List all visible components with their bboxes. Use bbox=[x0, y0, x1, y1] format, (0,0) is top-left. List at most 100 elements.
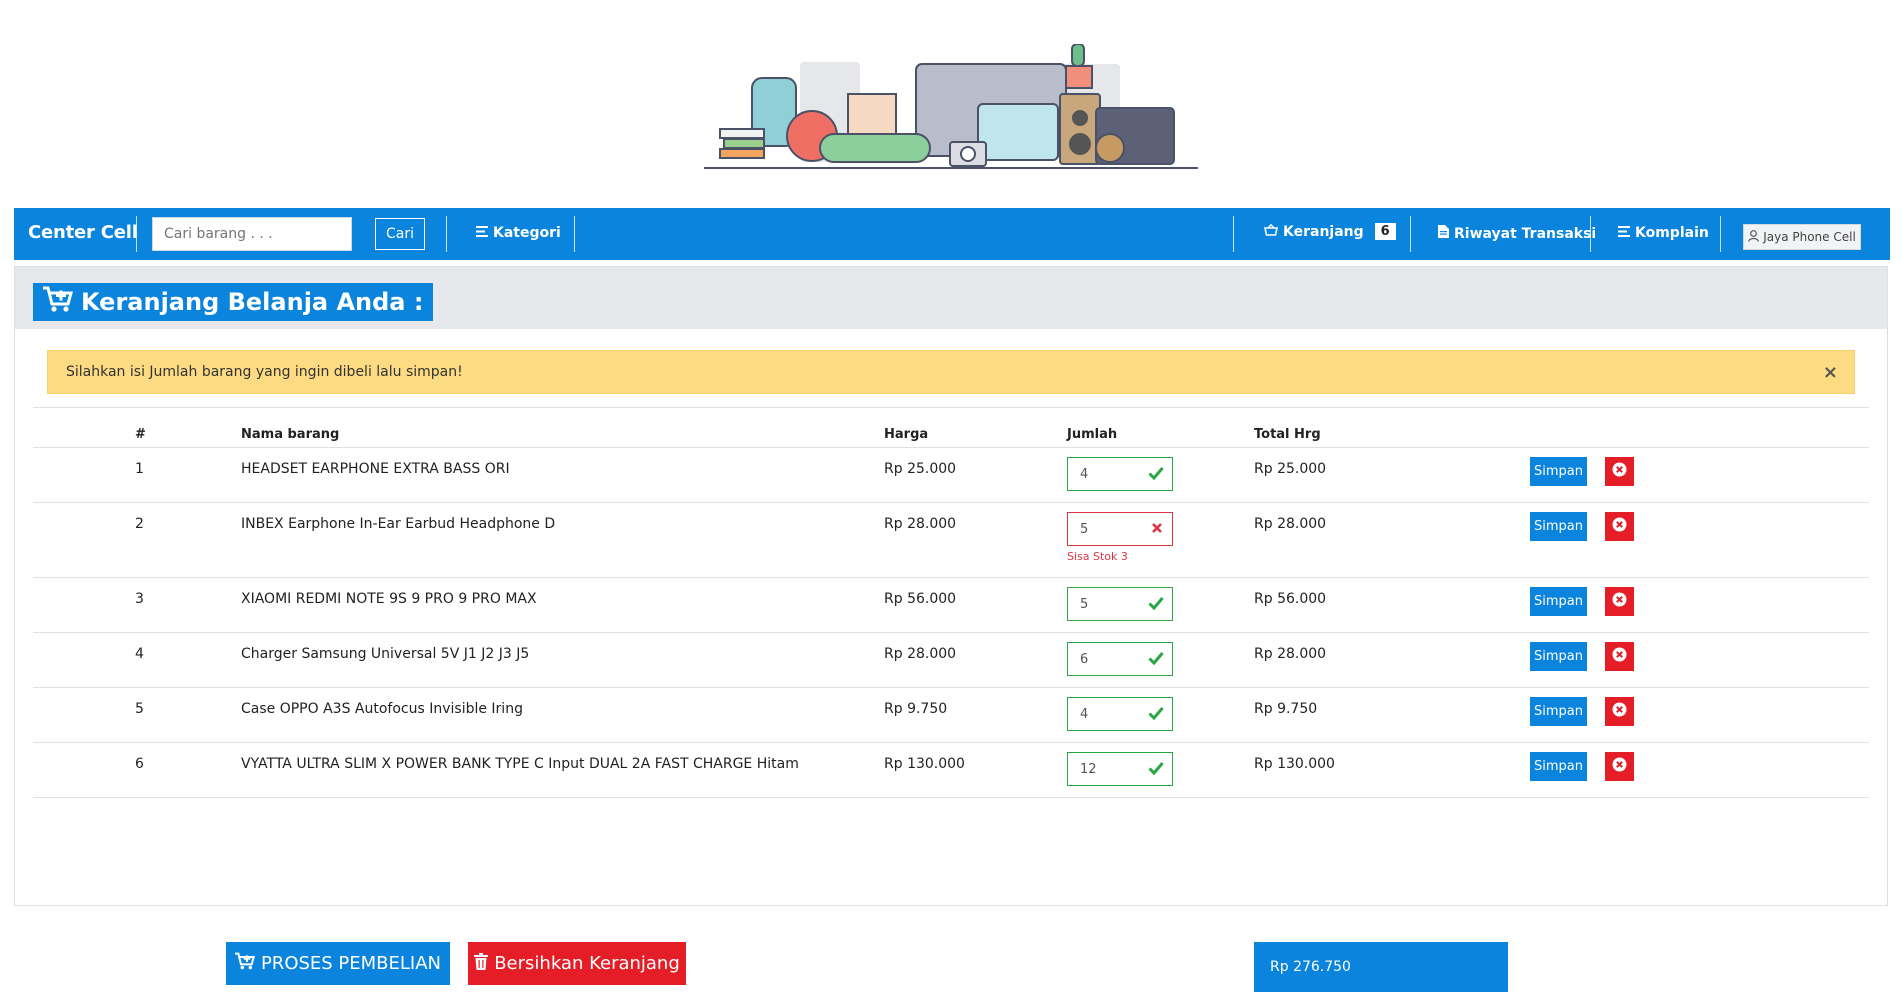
row-total: Rp 28.000 bbox=[1254, 516, 1327, 532]
panel-header: Keranjang Belanja Anda : bbox=[15, 267, 1887, 329]
document-icon bbox=[1438, 225, 1449, 242]
quantity-value: 5 bbox=[1080, 521, 1089, 537]
save-button[interactable]: Simpan bbox=[1530, 697, 1587, 726]
quantity-input[interactable]: 4 bbox=[1067, 697, 1173, 731]
quantity-input[interactable]: 5 bbox=[1067, 512, 1173, 546]
row-number: 5 bbox=[135, 701, 144, 717]
col-header-total: Total Hrg bbox=[1254, 427, 1321, 442]
col-header-price: Harga bbox=[884, 427, 929, 442]
search-input[interactable] bbox=[152, 217, 352, 251]
product-price: Rp 28.000 bbox=[884, 646, 957, 662]
stock-warning: Sisa Stok 3 bbox=[1067, 550, 1128, 563]
product-name: HEADSET EARPHONE EXTRA BASS ORI bbox=[241, 461, 510, 477]
nav-keranjang-label: Keranjang bbox=[1283, 223, 1364, 240]
remove-circle-icon bbox=[1612, 757, 1627, 776]
nav-kategori[interactable]: Kategori bbox=[476, 225, 561, 241]
table-row: 1 HEADSET EARPHONE EXTRA BASS ORI Rp 25.00… bbox=[33, 447, 1869, 503]
brand-logo[interactable]: Center Cell bbox=[28, 222, 138, 243]
remove-item-button[interactable] bbox=[1605, 752, 1634, 781]
save-button[interactable]: Simpan bbox=[1530, 457, 1587, 486]
nav-divider bbox=[1590, 216, 1591, 252]
save-button[interactable]: Simpan bbox=[1530, 587, 1587, 616]
nav-divider bbox=[574, 216, 575, 252]
nav-komplain[interactable]: Komplain bbox=[1618, 225, 1709, 241]
check-icon bbox=[1148, 761, 1164, 779]
nav-divider bbox=[1720, 216, 1721, 252]
col-header-no: # bbox=[135, 427, 146, 442]
clear-cart-button[interactable]: Bersihkan Keranjang bbox=[468, 942, 686, 985]
check-icon bbox=[1148, 596, 1164, 614]
table-row: 2 INBEX Earphone In-Ear Earbud Headphone … bbox=[33, 502, 1869, 578]
product-price: Rp 130.000 bbox=[884, 756, 965, 772]
row-number: 4 bbox=[135, 646, 144, 662]
quantity-input[interactable]: 12 bbox=[1067, 752, 1173, 786]
check-icon bbox=[1148, 651, 1164, 669]
nav-keranjang[interactable]: Keranjang 6 bbox=[1264, 223, 1396, 240]
nav-divider bbox=[1410, 216, 1411, 252]
table-row: 3 XIAOMI REDMI NOTE 9S 9 PRO 9 PRO MAX Rp … bbox=[33, 577, 1869, 633]
user-name: Jaya Phone Cell bbox=[1763, 230, 1856, 244]
quantity-value: 4 bbox=[1080, 706, 1089, 722]
hero-banner bbox=[0, 0, 1902, 208]
search-button[interactable]: Cari bbox=[375, 218, 425, 250]
menu-lines-icon bbox=[476, 225, 488, 241]
nav-riwayat-transaksi[interactable]: Riwayat Transaksi bbox=[1438, 225, 1596, 242]
row-total: Rp 56.000 bbox=[1254, 591, 1327, 607]
nav-divider bbox=[1233, 216, 1234, 252]
info-alert: Silahkan isi Jumlah barang yang ingin di… bbox=[47, 350, 1855, 394]
row-number: 6 bbox=[135, 756, 144, 772]
cart-plus-icon bbox=[234, 952, 255, 975]
product-name: Charger Samsung Universal 5V J1 J2 J3 J5 bbox=[241, 646, 530, 662]
col-header-qty: Jumlah bbox=[1067, 427, 1118, 442]
shopping-items-illustration bbox=[704, 44, 1198, 169]
table-divider bbox=[33, 797, 1869, 798]
process-purchase-button[interactable]: PROSES PEMBELIAN bbox=[226, 942, 450, 985]
product-price: Rp 25.000 bbox=[884, 461, 957, 477]
remove-item-button[interactable] bbox=[1605, 642, 1634, 671]
col-header-name: Nama barang bbox=[241, 427, 340, 442]
page-title: Keranjang Belanja Anda : bbox=[33, 283, 434, 321]
check-icon bbox=[1148, 706, 1164, 724]
error-x-icon bbox=[1150, 521, 1164, 539]
save-button[interactable]: Simpan bbox=[1530, 512, 1587, 541]
nav-komplain-label: Komplain bbox=[1635, 225, 1709, 241]
clear-cart-label: Bersihkan Keranjang bbox=[494, 953, 680, 974]
user-icon bbox=[1748, 229, 1760, 245]
alert-close-button[interactable]: × bbox=[1823, 362, 1838, 383]
row-total: Rp 28.000 bbox=[1254, 646, 1327, 662]
quantity-input[interactable]: 5 bbox=[1067, 587, 1173, 621]
row-total: Rp 9.750 bbox=[1254, 701, 1318, 717]
remove-item-button[interactable] bbox=[1605, 587, 1634, 616]
row-total: Rp 25.000 bbox=[1254, 461, 1327, 477]
remove-item-button[interactable] bbox=[1605, 512, 1634, 541]
quantity-input[interactable]: 6 bbox=[1067, 642, 1173, 676]
product-price: Rp 56.000 bbox=[884, 591, 957, 607]
top-navbar: Center Cell Cari Kategori Keranjang 6 Ri… bbox=[14, 208, 1890, 260]
remove-item-button[interactable] bbox=[1605, 457, 1634, 486]
process-purchase-label: PROSES PEMBELIAN bbox=[260, 953, 442, 974]
remove-circle-icon bbox=[1612, 517, 1627, 536]
save-button[interactable]: Simpan bbox=[1530, 752, 1587, 781]
product-name: INBEX Earphone In-Ear Earbud Headphone D bbox=[241, 516, 556, 532]
row-number: 2 bbox=[135, 516, 144, 532]
remove-circle-icon bbox=[1612, 702, 1627, 721]
remove-circle-icon bbox=[1612, 647, 1627, 666]
product-price: Rp 28.000 bbox=[884, 516, 957, 532]
remove-item-button[interactable] bbox=[1605, 697, 1634, 726]
row-total: Rp 130.000 bbox=[1254, 756, 1335, 772]
quantity-value: 5 bbox=[1080, 596, 1089, 612]
quantity-input[interactable]: 4 bbox=[1067, 457, 1173, 491]
nav-riwayat-label: Riwayat Transaksi bbox=[1454, 225, 1597, 242]
alert-message: Silahkan isi Jumlah barang yang ingin di… bbox=[66, 364, 463, 380]
nav-kategori-label: Kategori bbox=[493, 225, 561, 241]
product-name: Case OPPO A3S Autofocus Invisible Iring bbox=[241, 701, 523, 717]
save-button[interactable]: Simpan bbox=[1530, 642, 1587, 671]
page-title-text: Keranjang Belanja Anda : bbox=[81, 288, 424, 316]
product-price: Rp 9.750 bbox=[884, 701, 948, 717]
user-account-button[interactable]: Jaya Phone Cell bbox=[1743, 224, 1861, 250]
quantity-value: 4 bbox=[1080, 466, 1089, 482]
grand-total: Rp 276.750 bbox=[1254, 942, 1508, 992]
table-divider bbox=[33, 407, 1869, 408]
table-row: 5 Case OPPO A3S Autofocus Invisible Iring… bbox=[33, 687, 1869, 743]
remove-circle-icon bbox=[1612, 592, 1627, 611]
